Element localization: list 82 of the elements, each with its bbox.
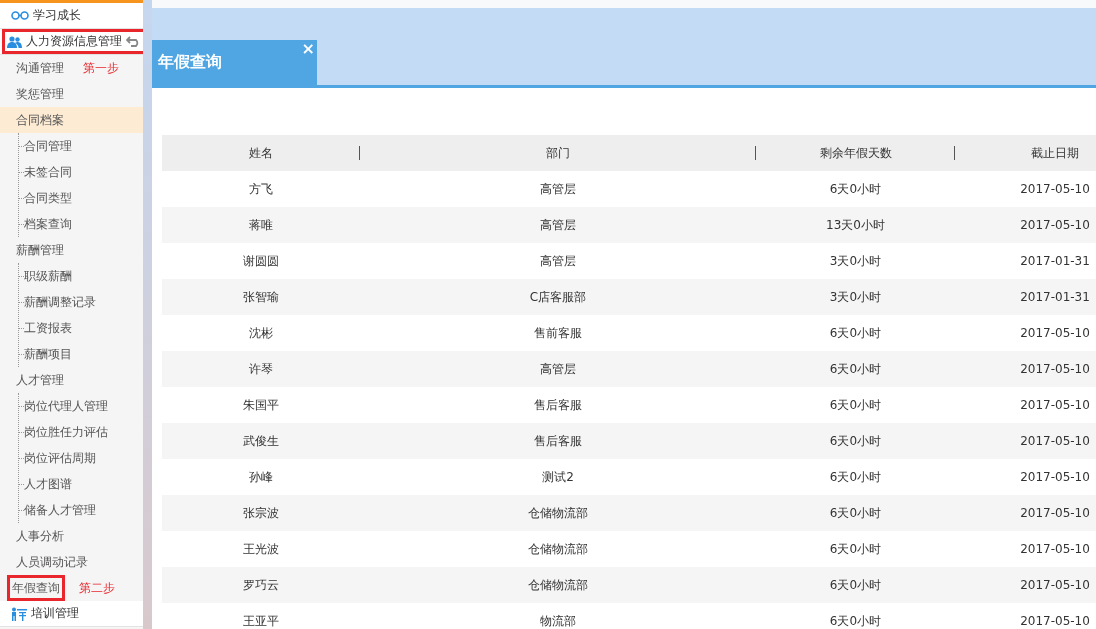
table-cell: 朱国平 [243,396,279,414]
table-cell: 2017-05-10 [1020,182,1090,196]
annotation-text: 第一步 [83,59,119,77]
table-cell: 高管层 [540,360,576,378]
table-cell: 仓储物流部 [528,576,588,594]
table-cell: 王亚平 [243,612,279,629]
table-cell: 6天0小时 [829,180,882,198]
table-cell: 6天0小时 [829,612,882,629]
table-cell: 2017-05-10 [1020,470,1090,484]
table-cell: 孙峰 [249,468,273,486]
sidebar-subitem[interactable]: 工资报表 [24,319,72,337]
sidebar-subitem[interactable]: 储备人才管理 [24,501,96,519]
table-cell: 售后客服 [534,396,582,414]
table-cell: 2017-05-10 [1020,614,1090,628]
sidebar-item[interactable]: 薪酬管理 [16,241,64,259]
sidebar-subitem[interactable]: 岗位评估周期 [24,449,96,467]
table-cell: 6天0小时 [829,540,882,558]
table-cell: 6天0小时 [829,468,882,486]
sidebar-subitem[interactable]: 岗位代理人管理 [24,397,108,415]
back-arrow-icon[interactable] [126,36,141,47]
sidebar-subitem[interactable]: 档案查询 [24,215,72,233]
sidebar-subitem[interactable]: 人才图谱 [24,475,72,493]
sidebar-subitem[interactable]: 薪酬调整记录 [24,293,96,311]
table-cell: 仓储物流部 [528,504,588,522]
column-header: 剩余年假天数 [819,144,892,162]
table-cell: 2017-05-10 [1020,506,1090,520]
sidebar-item[interactable]: 人事分析 [16,527,64,545]
table-cell: 王光波 [243,540,279,558]
table-cell: 高管层 [540,180,576,198]
table-cell: 13天0小时 [826,216,885,234]
table-cell: 武俊生 [243,432,279,450]
sidebar-item[interactable]: 奖惩管理 [16,85,64,103]
sidebar-item[interactable]: 人才管理 [16,371,64,389]
table-cell: 谢圆圆 [243,252,279,270]
column-header: 姓名 [249,144,273,162]
table-cell: 高管层 [540,252,576,270]
table-cell: 蒋唯 [249,216,273,234]
sidebar-subitem[interactable]: 岗位胜任力评估 [24,423,108,441]
table-cell: 2017-05-10 [1020,398,1090,412]
table-cell: 2017-01-31 [1020,290,1090,304]
sidebar-subitem[interactable]: 薪酬项目 [24,345,72,363]
column-header: 部门 [546,144,570,162]
table-cell: C店客服部 [529,288,587,306]
table-cell: 2017-01-31 [1020,254,1090,268]
sidebar-item[interactable]: 沟通管理 [16,59,64,77]
table-cell: 6天0小时 [829,324,882,342]
table-cell: 张智瑜 [243,288,279,306]
table-cell: 3天0小时 [829,288,882,306]
table-cell: 6天0小时 [829,504,882,522]
table-cell: 仓储物流部 [528,540,588,558]
table-cell: 沈彬 [249,324,273,342]
glasses-icon [11,11,29,20]
table-cell: 6天0小时 [829,432,882,450]
table-cell: 2017-05-10 [1020,326,1090,340]
sidebar-subitem[interactable]: 职级薪酬 [24,267,72,285]
sidebar-subitem[interactable]: 合同类型 [24,189,72,207]
table-cell: 3天0小时 [829,252,882,270]
table-cell: 2017-05-10 [1020,578,1090,592]
table-cell: 测试2 [542,468,574,486]
sidebar-item[interactable]: 人员调动记录 [16,553,88,571]
trainer-icon [11,606,27,621]
table-cell: 6天0小时 [829,360,882,378]
sidebar-item[interactable]: 年假查询 [12,579,60,597]
table-cell: 2017-05-10 [1020,434,1090,448]
table-cell: 许琴 [249,360,273,378]
table-cell: 张宗波 [243,504,279,522]
table-cell: 6天0小时 [829,396,882,414]
sidebar-subitem[interactable]: 未签合同 [24,163,72,181]
column-header: 截止日期 [1031,144,1079,162]
table-cell: 2017-05-10 [1020,542,1090,556]
table-cell: 2017-05-10 [1020,218,1090,232]
table-cell: 物流部 [540,612,576,629]
table-cell: 售前客服 [534,324,582,342]
table-cell: 高管层 [540,216,576,234]
table-cell: 2017-05-10 [1020,362,1090,376]
table-cell: 6天0小时 [829,576,882,594]
table-cell: 方飞 [249,180,273,198]
table-cell: 罗巧云 [243,576,279,594]
table-cell: 售后客服 [534,432,582,450]
sidebar-subitem[interactable]: 合同管理 [24,137,72,155]
people-icon [7,35,22,48]
annotation-text: 第二步 [79,579,115,597]
